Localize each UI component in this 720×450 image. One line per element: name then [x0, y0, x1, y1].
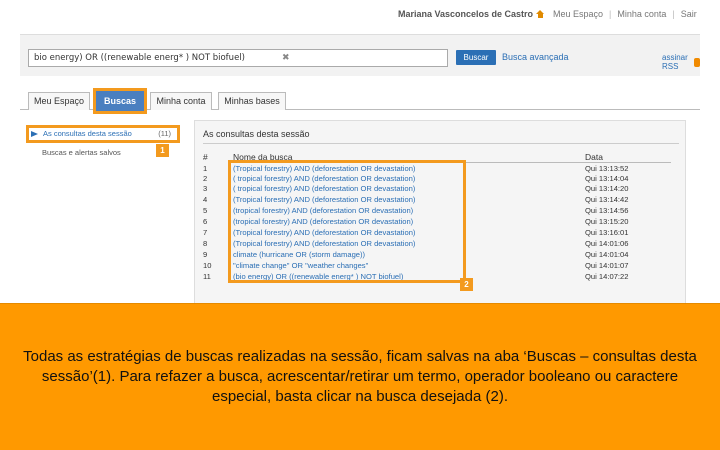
sidebar-item-label: As consultas desta sessão [43, 129, 132, 138]
highlight-box-queries [228, 160, 466, 283]
clear-search-icon[interactable]: ✖ [282, 52, 290, 63]
caption-text: Todas as estratégias de buscas realizada… [23, 348, 697, 405]
row-number: 2 [203, 174, 208, 183]
sidebar-item-saved-searches[interactable]: Buscas e alertas salvos [42, 148, 121, 157]
search-button[interactable]: Buscar [456, 50, 496, 65]
column-header-date: Data [585, 152, 603, 162]
rss-label: assinar RSS [662, 53, 688, 71]
rss-icon [693, 57, 700, 67]
row-date: Qui 13:16:01 [585, 228, 629, 237]
row-date: Qui 13:14:20 [585, 184, 629, 193]
row-date: Qui 14:01:07 [585, 261, 629, 270]
caption-panel: Todas as estratégias de buscas realizada… [0, 303, 720, 450]
tab-bar: Meu Espaço Buscas Minha conta Minhas bas… [20, 86, 700, 114]
row-number: 3 [203, 184, 208, 193]
column-header-number: # [203, 152, 208, 162]
row-date: Qui 13:14:42 [585, 195, 629, 204]
row-number: 5 [203, 206, 208, 215]
link-sair[interactable]: Sair [681, 9, 697, 19]
advanced-search-link[interactable]: Busca avançada [502, 52, 569, 62]
row-date: Qui 13:15:20 [585, 217, 629, 226]
row-number: 4 [203, 195, 208, 204]
user-name: Mariana Vasconcelos de Castro [398, 9, 534, 19]
top-links: Meu Espaço | Minha conta | Sair [536, 9, 697, 19]
row-date: Qui 13:14:56 [585, 206, 629, 215]
rss-link[interactable]: assinar RSS [662, 53, 700, 71]
tab-minhas-bases[interactable]: Minhas bases [218, 92, 286, 110]
home-icon [536, 10, 545, 18]
tab-minha-conta[interactable]: Minha conta [150, 92, 212, 110]
row-number: 6 [203, 217, 208, 226]
sidebar-item-count: (11) [158, 129, 171, 138]
separator: | [609, 9, 612, 19]
row-date: Qui 14:01:06 [585, 239, 629, 248]
row-date: Qui 14:07:22 [585, 272, 629, 281]
row-number: 9 [203, 250, 208, 259]
tab-buscas[interactable]: Buscas [93, 88, 147, 114]
row-number: 10 [203, 261, 212, 270]
link-meu-espaco[interactable]: Meu Espaço [553, 9, 603, 19]
tab-meu-espaco[interactable]: Meu Espaço [28, 92, 90, 110]
row-date: Qui 13:13:52 [585, 164, 629, 173]
separator: | [672, 9, 675, 19]
row-date: Qui 13:14:04 [585, 174, 629, 183]
results-title: As consultas desta sessão [203, 129, 310, 139]
search-input[interactable]: bio energy) OR ((renewable energ* ) NOT … [28, 49, 448, 67]
row-number: 8 [203, 239, 208, 248]
divider [203, 143, 679, 144]
row-number: 11 [203, 272, 211, 281]
row-date: Qui 14:01:04 [585, 250, 629, 259]
search-panel: bio energy) OR ((renewable energ* ) NOT … [20, 34, 700, 76]
arrow-right-icon [31, 131, 38, 137]
row-number: 7 [203, 228, 208, 237]
sidebar-item-session-queries[interactable]: As consultas desta sessão (11) [26, 125, 180, 143]
row-number: 1 [203, 164, 208, 173]
callout-badge-1: 1 [156, 144, 169, 157]
callout-badge-2: 2 [460, 278, 473, 291]
top-bar: Mariana Vasconcelos de Castro Meu Espaço… [0, 0, 720, 26]
link-minha-conta[interactable]: Minha conta [617, 9, 666, 19]
